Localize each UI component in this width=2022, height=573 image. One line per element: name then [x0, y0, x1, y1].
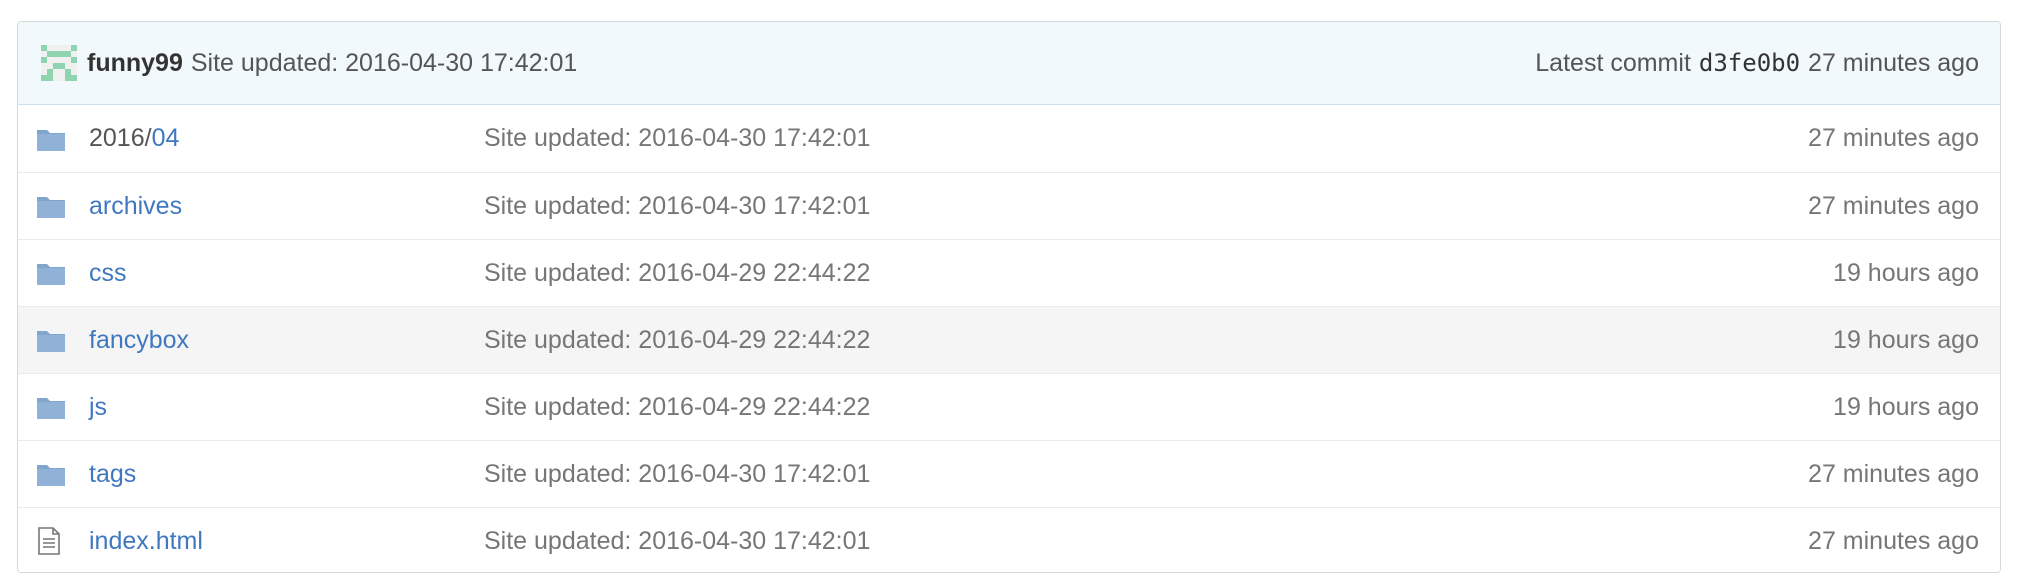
file-commit-message[interactable]: Site updated: 2016-04-29 22:44:22: [484, 326, 1679, 355]
file-name-link[interactable]: tags: [89, 460, 136, 488]
file-commit-message[interactable]: Site updated: 2016-04-29 22:44:22: [484, 259, 1679, 288]
file-name-link[interactable]: fancybox: [89, 326, 189, 354]
file-name-link[interactable]: css: [89, 259, 127, 287]
file-name-cell: fancybox: [77, 326, 484, 355]
file-name-link[interactable]: index.html: [89, 527, 203, 555]
file-row[interactable]: tags Site updated: 2016-04-30 17:42:01 2…: [18, 440, 2000, 507]
file-commit-message[interactable]: Site updated: 2016-04-30 17:42:01: [484, 460, 1679, 489]
file-path-prefix[interactable]: 2016/: [89, 124, 152, 152]
file-row[interactable]: archives Site updated: 2016-04-30 17:42:…: [18, 172, 2000, 239]
file-row[interactable]: fancybox Site updated: 2016-04-29 22:44:…: [18, 306, 2000, 373]
file-text-icon: [18, 527, 77, 555]
folder-icon: [18, 127, 77, 151]
file-name-link[interactable]: js: [89, 393, 107, 421]
latest-commit-label: Latest commit: [1535, 48, 1691, 77]
file-name-link[interactable]: archives: [89, 192, 182, 220]
file-age: 27 minutes ago: [1808, 526, 1979, 555]
file-row[interactable]: js Site updated: 2016-04-29 22:44:22 19 …: [18, 373, 2000, 440]
file-row[interactable]: index.html Site updated: 2016-04-30 17:4…: [18, 507, 2000, 572]
latest-commit-bar: funny99 Site updated: 2016-04-30 17:42:0…: [18, 22, 2000, 105]
folder-icon: [18, 395, 77, 419]
commit-author[interactable]: funny99: [87, 49, 183, 78]
folder-icon: [18, 328, 77, 352]
file-name-cell: css: [77, 259, 484, 288]
file-commit-message[interactable]: Site updated: 2016-04-30 17:42:01: [484, 527, 1679, 556]
file-name-link[interactable]: 04: [152, 124, 180, 152]
file-commit-message[interactable]: Site updated: 2016-04-30 17:42:01: [484, 124, 1679, 153]
file-age: 27 minutes ago: [1808, 191, 1979, 220]
file-commit-message[interactable]: Site updated: 2016-04-29 22:44:22: [484, 393, 1679, 422]
file-row[interactable]: 2016/04 Site updated: 2016-04-30 17:42:0…: [18, 105, 2000, 172]
file-name-cell: tags: [77, 460, 484, 489]
commit-age: 27 minutes ago: [1808, 48, 1979, 77]
file-name-cell: archives: [77, 192, 484, 221]
file-name-cell: 2016/04: [77, 124, 484, 153]
file-age: 27 minutes ago: [1808, 459, 1979, 488]
folder-icon: [18, 194, 77, 218]
file-row[interactable]: css Site updated: 2016-04-29 22:44:22 19…: [18, 239, 2000, 306]
file-browser: funny99 Site updated: 2016-04-30 17:42:0…: [17, 21, 2001, 573]
file-commit-message[interactable]: Site updated: 2016-04-30 17:42:01: [484, 192, 1679, 221]
file-name-cell: index.html: [77, 527, 484, 556]
folder-icon: [18, 462, 77, 486]
folder-icon: [18, 261, 77, 285]
file-age: 19 hours ago: [1833, 325, 1979, 354]
commit-sha[interactable]: d3fe0b0: [1699, 49, 1800, 77]
commit-message[interactable]: Site updated: 2016-04-30 17:42:01: [191, 49, 577, 78]
file-age: 19 hours ago: [1833, 392, 1979, 421]
file-list: 2016/04 Site updated: 2016-04-30 17:42:0…: [18, 105, 2000, 572]
avatar[interactable]: [41, 45, 77, 81]
file-age: 19 hours ago: [1833, 258, 1979, 287]
file-age: 27 minutes ago: [1808, 124, 1979, 152]
file-name-cell: js: [77, 393, 484, 422]
